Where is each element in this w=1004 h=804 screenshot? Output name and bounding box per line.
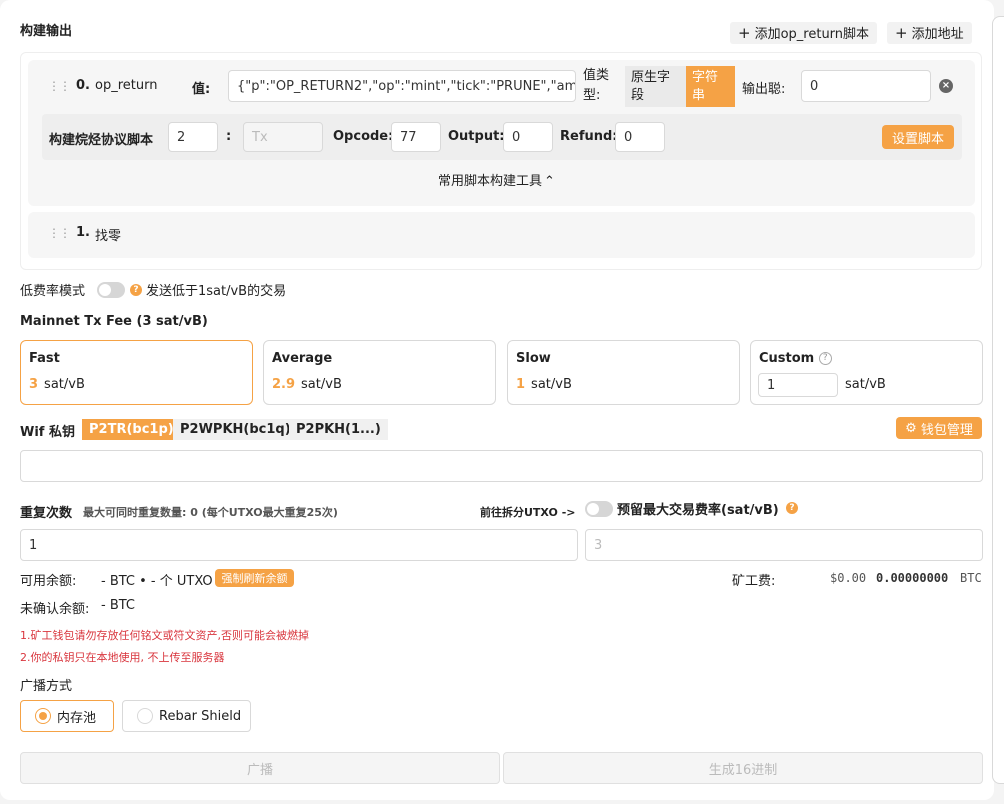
generate-hex-button[interactable]: 生成16进制 <box>503 752 983 784</box>
split-utxo-link[interactable]: 前往拆分UTXO -> <box>480 504 576 520</box>
main-card: 构建输出 + 添加op_return脚本 + 添加地址 ⋮⋮ 0. op_retur… <box>0 0 994 800</box>
output-name: 找零 <box>95 229 122 244</box>
repeat-input[interactable]: 1 <box>20 529 578 561</box>
custom-fee-unit: sat/vB <box>845 377 886 392</box>
help-circle-icon[interactable]: ? <box>818 352 832 365</box>
reserve-fee-label: 预留最大交易费率(sat/vB) <box>617 503 779 518</box>
set-script-button[interactable]: 设置脚本 <box>882 125 954 149</box>
fee-option-fast[interactable]: Fast 3 sat/vB <box>20 340 253 405</box>
gear-icon: ⚙ <box>905 420 917 436</box>
output-name: op_return <box>95 78 158 93</box>
tx-input[interactable]: Tx <box>243 122 323 152</box>
wif-input[interactable] <box>20 450 983 482</box>
plus-icon: + <box>738 24 751 42</box>
low-fee-description: 发送低于1sat/vB的交易 <box>146 284 287 299</box>
refund-label: Refund: <box>560 129 618 144</box>
warning-note-2: 2.你的私钥只在本地使用, 不上传至服务器 <box>20 651 225 664</box>
value-type-label: 值类型: <box>583 68 610 103</box>
wallet-manage-button[interactable]: ⚙ 钱包管理 <box>896 417 982 439</box>
fee-option-custom[interactable]: Custom ? 1 sat/vB <box>750 340 983 405</box>
toggle-knob <box>99 284 111 296</box>
value-input[interactable]: {"p":"OP_RETURN2","op":"mint","tick":"PR… <box>228 70 576 102</box>
help-icon[interactable]: ? <box>786 502 798 514</box>
unconfirmed-balance-label: 未确认余额: <box>20 602 90 617</box>
repeat-label: 重复次数 <box>20 506 73 521</box>
chevron-up-icon: ⌃ <box>544 174 555 189</box>
broadcast-option-rebar[interactable]: Rebar Shield <box>122 700 251 732</box>
plus-icon: + <box>895 24 908 42</box>
help-icon[interactable]: ? <box>130 284 142 296</box>
output-index: 1. <box>76 225 90 240</box>
opcode-input[interactable]: 77 <box>391 122 441 152</box>
type-option-string[interactable]: 字符串 <box>686 66 735 107</box>
fee-title: Mainnet Tx Fee (3 sat/vB) <box>20 314 208 329</box>
custom-fee-input[interactable]: 1 <box>758 373 838 397</box>
block-input[interactable]: 2 <box>168 122 218 152</box>
radio-checked-icon <box>35 708 51 724</box>
broadcast-button[interactable]: 广播 <box>20 752 500 784</box>
available-balance-value: - BTC • - 个 UTXO <box>101 574 213 589</box>
miner-fee-usd: $0.00 <box>830 571 867 585</box>
miner-fee-unit: BTC <box>960 571 982 585</box>
miner-fee-btc: 0.00000000 <box>876 571 949 585</box>
script-tools-link[interactable]: 常用脚本构建工具 ⌃ <box>438 170 555 189</box>
output-amount-label: 输出聪: <box>742 82 786 97</box>
output-index: 0. <box>76 78 90 93</box>
output-index-input[interactable]: 0 <box>503 122 553 152</box>
remove-output-icon[interactable]: × <box>939 79 953 93</box>
broadcast-label: 广播方式 <box>20 679 73 694</box>
section-title: 构建输出 <box>20 24 73 39</box>
drag-handle-icon[interactable]: ⋮⋮ <box>48 227 71 239</box>
block-tx-separator: : <box>226 129 232 144</box>
refresh-balance-button[interactable]: 强制刷新余额 <box>215 569 294 587</box>
fee-option-slow[interactable]: Slow 1 sat/vB <box>507 340 740 405</box>
output-row-1 <box>28 212 975 258</box>
unconfirmed-balance-value: - BTC <box>101 598 135 613</box>
low-fee-toggle[interactable] <box>97 282 125 298</box>
right-panel-edge <box>992 16 1004 784</box>
tab-p2pkh[interactable]: P2PKH(1...) <box>289 419 388 440</box>
output-label: Output: <box>448 129 505 144</box>
fee-option-average[interactable]: Average 2.9 sat/vB <box>263 340 496 405</box>
type-option-raw[interactable]: 原生字段 <box>625 66 686 107</box>
reserve-fee-input[interactable]: 3 <box>585 529 983 561</box>
tab-p2wpkh[interactable]: P2WPKH(bc1q) <box>173 419 298 440</box>
available-balance-label: 可用余额: <box>20 574 77 589</box>
warning-note-1: 1.矿工钱包请勿存放任何铭文或符文资产,否则可能会被燃掉 <box>20 629 309 642</box>
opcode-label: Opcode: <box>333 129 394 144</box>
miner-fee-label: 矿工费: <box>732 574 776 589</box>
tab-p2tr[interactable]: P2TR(bc1p) <box>82 419 181 440</box>
wif-label: Wif 私钥 <box>20 425 75 440</box>
add-address-button[interactable]: + 添加地址 <box>887 22 972 44</box>
broadcast-option-mempool[interactable]: 内存池 <box>20 700 114 732</box>
output-amount-input[interactable]: 0 <box>801 70 931 102</box>
add-op-return-button[interactable]: + 添加op_return脚本 <box>730 22 878 44</box>
refund-input[interactable]: 0 <box>615 122 665 152</box>
radio-unchecked-icon <box>137 708 153 724</box>
repeat-hint: 最大可同时重复数量: 0 (每个UTXO最大重复25次) <box>83 506 338 519</box>
toggle-knob <box>587 503 599 515</box>
value-label: 值: <box>192 82 211 97</box>
script-builder-label: 构建烷烃协议脚本 <box>49 133 154 148</box>
low-fee-label: 低费率模式 <box>20 284 86 299</box>
drag-handle-icon[interactable]: ⋮⋮ <box>48 80 71 92</box>
reserve-fee-toggle[interactable] <box>585 501 613 517</box>
